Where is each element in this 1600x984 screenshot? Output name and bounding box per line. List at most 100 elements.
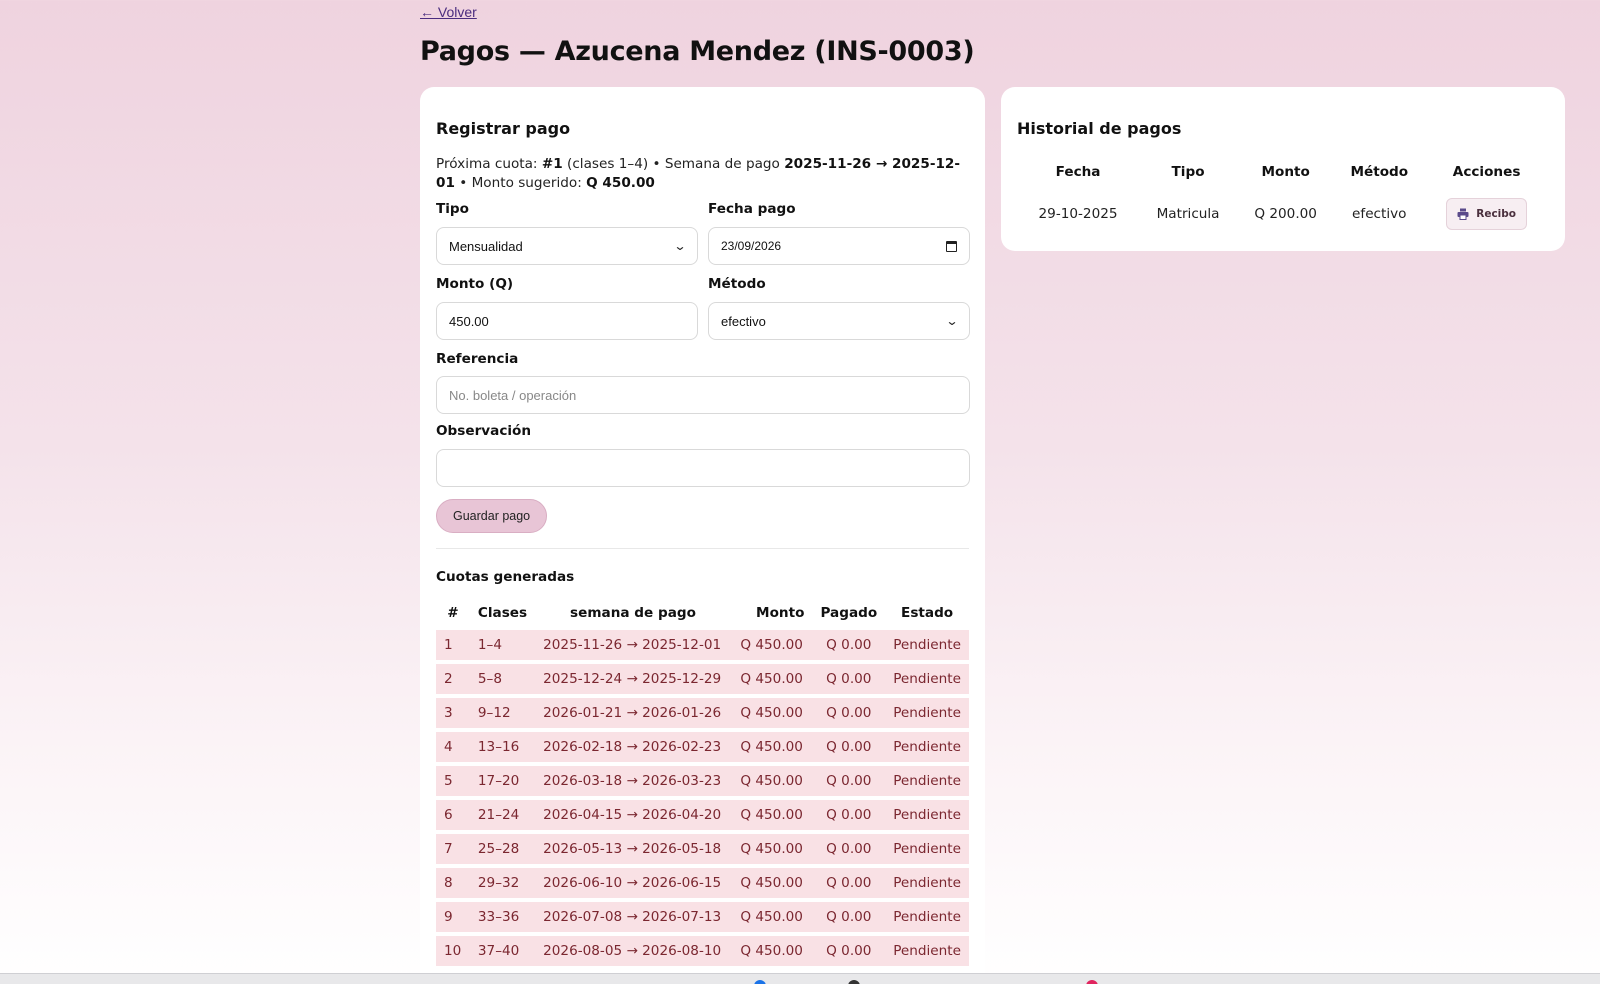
metodo-select[interactable]: efectivo ⌄ — [708, 302, 970, 340]
col-header-pagado: Pagado — [820, 605, 878, 621]
referencia-placeholder: No. boleta / operación — [449, 387, 577, 403]
quota-cell-monto: Q 450.00 — [730, 936, 813, 966]
info-suggested-amount: Q 450.00 — [586, 175, 655, 191]
quota-cell-pagado: Q 0.00 — [812, 630, 886, 660]
col-header-fecha: Fecha — [1055, 164, 1101, 180]
quota-cell-pagado: Q 0.00 — [812, 766, 886, 796]
quota-cell-semana: 2026-04-15 → 2026-04-20 — [535, 800, 731, 830]
fecha-pago-input[interactable]: 23/09/2026 — [708, 227, 970, 265]
printer-icon — [1457, 208, 1469, 220]
history-cell-monto: Q 200.00 — [1254, 206, 1317, 222]
tipo-select-value: Mensualidad — [449, 238, 523, 254]
quota-cell-number: 10 — [436, 936, 470, 966]
quota-cell-estado: Pendiente — [885, 936, 969, 966]
metodo-label: Método — [708, 276, 766, 292]
receipt-button-label: Recibo — [1476, 208, 1516, 220]
quota-cell-semana: 2026-03-18 → 2026-03-23 — [535, 766, 731, 796]
col-header-monto: Monto — [1261, 164, 1310, 180]
calendar-icon[interactable] — [946, 240, 957, 252]
monto-input[interactable]: 450.00 — [436, 302, 698, 340]
register-payment-heading: Registrar pago — [436, 119, 571, 138]
col-header-tipo: Tipo — [1171, 164, 1205, 180]
quota-row: 3 9–12 2026-01-21 → 2026-01-26 Q 450.00 Q 0.… — [436, 698, 969, 728]
quota-cell-monto: Q 450.00 — [730, 868, 813, 898]
tipo-select[interactable]: Mensualidad ⌄ — [436, 227, 698, 265]
quota-cell-clases: 21–24 — [469, 800, 536, 830]
col-header-estado: Estado — [901, 605, 954, 621]
back-link[interactable]: ← Volver — [420, 4, 477, 20]
section-divider — [436, 548, 969, 549]
next-quota-info: Próxima cuota: #1 (clases 1–4) • Semana … — [436, 155, 971, 193]
quota-row: 8 29–32 2026-06-10 → 2026-06-15 Q 450.00 Q 0… — [436, 868, 969, 898]
quota-cell-clases: 13–16 — [469, 732, 536, 762]
quota-cell-clases: 17–20 — [469, 766, 536, 796]
history-cell-metodo: efectivo — [1352, 206, 1407, 222]
col-header-acciones: Acciones — [1452, 164, 1521, 180]
fecha-pago-label: Fecha pago — [708, 201, 796, 217]
quota-cell-number: 2 — [436, 664, 470, 694]
history-header-row: Fecha Tipo Monto Método Acciones — [1017, 155, 1549, 189]
quota-row: 4 13–16 2026-02-18 → 2026-02-23 Q 450.00 Q 0… — [436, 732, 969, 762]
quota-cell-pagado: Q 0.00 — [812, 800, 886, 830]
quota-row: 2 5–8 2025-12-24 → 2025-12-29 Q 450.00 Q 0.0… — [436, 664, 969, 694]
col-header-semana: semana de pago — [570, 605, 696, 621]
quota-cell-semana: 2026-02-18 → 2026-02-23 — [535, 732, 731, 762]
referencia-label: Referencia — [436, 351, 519, 367]
quota-cell-number: 5 — [436, 766, 470, 796]
quota-cell-number: 4 — [436, 732, 470, 762]
quota-cell-pagado: Q 0.00 — [812, 664, 886, 694]
quota-cell-estado: Pendiente — [885, 766, 969, 796]
quota-cell-semana: 2026-06-10 → 2026-06-15 — [535, 868, 731, 898]
info-classes: (clases 1–4) • Semana de pago — [562, 156, 785, 172]
quota-cell-monto: Q 450.00 — [730, 902, 813, 932]
info-quota-number: #1 — [541, 156, 563, 172]
observacion-input[interactable] — [436, 449, 970, 487]
tipo-label: Tipo — [436, 201, 470, 217]
payment-history-card: Historial de pagos Fecha Tipo Monto Méto… — [1001, 87, 1565, 251]
save-payment-button[interactable]: Guardar pago — [436, 499, 548, 533]
quota-cell-monto: Q 450.00 — [730, 800, 813, 830]
quota-cell-pagado: Q 0.00 — [812, 834, 886, 864]
quota-row: 10 37–40 2026-08-05 → 2026-08-10 Q 450.00 Q … — [436, 936, 969, 966]
fecha-pago-value: 23/09/2026 — [721, 239, 782, 253]
quota-row: 1 1–4 2025-11-26 → 2025-12-01 Q 450.00 Q 0.0… — [436, 630, 969, 660]
payment-history-heading: Historial de pagos — [1017, 119, 1182, 138]
quota-cell-clases: 33–36 — [469, 902, 536, 932]
quota-cell-number: 7 — [436, 834, 470, 864]
register-payment-card: Registrar pago Próxima cuota: #1 (clases… — [420, 87, 985, 984]
info-prefix: Próxima cuota: — [436, 156, 542, 172]
quota-row: 7 25–28 2026-05-13 → 2026-05-18 Q 450.00 Q 0… — [436, 834, 969, 864]
col-header-clases: Clases — [477, 605, 528, 621]
col-header-metodo: Método — [1350, 164, 1409, 180]
quota-cell-monto: Q 450.00 — [730, 732, 813, 762]
quota-cell-semana: 2025-11-26 → 2025-12-01 — [535, 630, 731, 660]
chevron-down-icon: ⌄ — [945, 314, 959, 328]
history-cell-fecha: 29-10-2025 — [1038, 206, 1118, 222]
history-table: Fecha Tipo Monto Método Acciones 29-10-2… — [1017, 151, 1549, 239]
quota-cell-pagado: Q 0.00 — [812, 936, 886, 966]
monto-input-value: 450.00 — [449, 313, 489, 329]
quota-cell-estado: Pendiente — [885, 868, 969, 898]
quota-cell-semana: 2026-08-05 → 2026-08-10 — [535, 936, 731, 966]
quotas-heading: Cuotas generadas — [436, 569, 575, 585]
referencia-input[interactable]: No. boleta / operación — [436, 376, 970, 414]
quota-cell-estado: Pendiente — [885, 834, 969, 864]
quota-cell-clases: 37–40 — [469, 936, 536, 966]
quota-cell-monto: Q 450.00 — [730, 766, 813, 796]
observacion-label: Observación — [436, 423, 532, 439]
quota-cell-semana: 2025-12-24 → 2025-12-29 — [535, 664, 731, 694]
quota-row: 6 21–24 2026-04-15 → 2026-04-20 Q 450.00 Q 0… — [436, 800, 969, 830]
quota-cell-pagado: Q 0.00 — [812, 698, 886, 728]
taskbar-app-icon[interactable] — [754, 980, 766, 984]
taskbar-app-icon[interactable] — [848, 980, 860, 984]
metodo-select-value: efectivo — [721, 313, 766, 329]
quotas-table: # Clases semana de pago Monto Pagado Est… — [436, 596, 969, 970]
quota-cell-estado: Pendiente — [885, 902, 969, 932]
taskbar — [0, 973, 1600, 984]
quota-cell-clases: 5–8 — [469, 664, 536, 694]
quota-cell-number: 1 — [436, 630, 470, 660]
quota-cell-estado: Pendiente — [885, 732, 969, 762]
receipt-button[interactable]: Recibo — [1446, 198, 1527, 230]
taskbar-app-icon[interactable] — [1086, 980, 1098, 984]
quotas-header-row: # Clases semana de pago Monto Pagado Est… — [436, 600, 969, 626]
